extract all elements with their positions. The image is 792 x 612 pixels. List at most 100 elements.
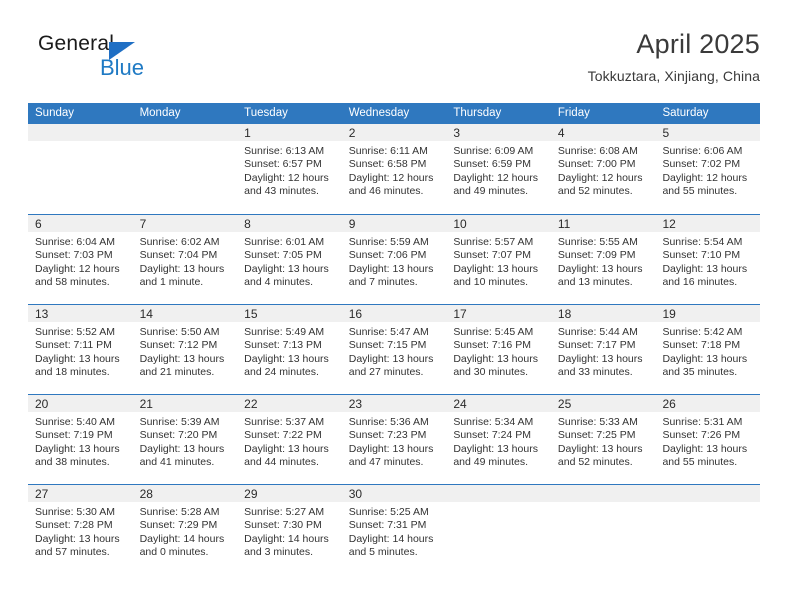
day-number: 29	[244, 487, 258, 501]
day-info: Sunrise: 5:55 AM Sunset: 7:09 PM Daylight:…	[551, 232, 656, 290]
day-info: Sunrise: 5:28 AM Sunset: 7:29 PM Daylight:…	[133, 502, 238, 560]
sunset-text: Sunset: 7:04 PM	[139, 249, 218, 262]
sunset-text: Sunset: 7:03 PM	[35, 249, 113, 262]
day-cell[interactable]: 9 Sunrise: 5:59 AM Sunset: 7:06 PM Daylight…	[341, 215, 447, 304]
daylight-text-line2: and 35 minutes.	[662, 366, 738, 379]
day-cell[interactable]: 18 Sunrise: 5:44 AM Sunset: 7:17 PM Dayligh…	[550, 305, 656, 394]
day-cell[interactable]: 26 Sunrise: 5:31 AM Sunset: 7:26 PM Dayligh…	[655, 395, 761, 484]
day-cell[interactable]: 22 Sunrise: 5:37 AM Sunset: 7:22 PM Dayligh…	[237, 395, 342, 484]
day-number-band: 10	[446, 215, 551, 232]
daylight-text-line1: Daylight: 13 hours	[453, 352, 538, 365]
daylight-text-line1: Daylight: 13 hours	[453, 442, 538, 455]
daylight-text-line2: and 10 minutes.	[453, 276, 529, 289]
sunrise-text: Sunrise: 6:11 AM	[348, 145, 428, 157]
day-cell[interactable]: 21 Sunrise: 5:39 AM Sunset: 7:20 PM Dayligh…	[132, 395, 238, 484]
day-info: Sunrise: 5:34 AM Sunset: 7:24 PM Daylight:…	[446, 412, 551, 470]
day-cell[interactable]: 8 Sunrise: 6:01 AM Sunset: 7:05 PM Daylight…	[237, 215, 342, 304]
day-cell[interactable]: 30 Sunrise: 5:25 AM Sunset: 7:31 PM Dayligh…	[341, 485, 447, 574]
calendar-weeks: 1 Sunrise: 6:13 AM Sunset: 6:57 PM Daylight…	[28, 124, 761, 574]
day-cell[interactable]: 15 Sunrise: 5:49 AM Sunset: 7:13 PM Dayligh…	[237, 305, 342, 394]
day-number: 16	[348, 307, 363, 321]
day-cell[interactable]: 7 Sunrise: 6:02 AM Sunset: 7:04 PM Daylight…	[132, 215, 238, 304]
weekday-header-monday: Monday	[139, 107, 181, 119]
daylight-text-line2: and 49 minutes.	[453, 456, 529, 469]
day-number: 22	[244, 397, 258, 411]
daylight-text-line2: and 55 minutes.	[662, 185, 738, 198]
sunset-text: Sunset: 7:17 PM	[557, 339, 636, 352]
day-number: 17	[453, 307, 467, 321]
sunset-text: Sunset: 7:29 PM	[139, 519, 218, 532]
sunrise-text: Sunrise: 5:57 AM	[453, 236, 534, 248]
day-number-band: 27	[28, 485, 133, 502]
sunrise-text: Sunrise: 5:37 AM	[244, 416, 325, 428]
sunset-text: Sunset: 7:11 PM	[35, 339, 112, 352]
daylight-text-line1: Daylight: 12 hours	[662, 171, 748, 184]
sunrise-text: Sunrise: 5:40 AM	[35, 416, 115, 428]
day-number-band: 2	[341, 124, 447, 141]
day-info: Sunrise: 6:04 AM Sunset: 7:03 PM Daylight:…	[28, 232, 133, 290]
day-cell[interactable]: 1 Sunrise: 6:13 AM Sunset: 6:57 PM Daylight…	[237, 124, 342, 214]
day-number-band: 29	[237, 485, 342, 502]
day-number: 23	[348, 397, 363, 411]
day-cell[interactable]: 23 Sunrise: 5:36 AM Sunset: 7:23 PM Dayligh…	[341, 395, 447, 484]
day-info: Sunrise: 5:57 AM Sunset: 7:07 PM Daylight:…	[446, 232, 551, 290]
page-title: April 2025	[636, 29, 760, 59]
day-number-band: 8	[237, 215, 342, 232]
daylight-text-line1: Daylight: 13 hours	[139, 352, 225, 365]
daylight-text-line2: and 49 minutes.	[453, 185, 529, 198]
day-cell[interactable]: 11 Sunrise: 5:55 AM Sunset: 7:09 PM Dayligh…	[550, 215, 656, 304]
day-cell[interactable]: 29 Sunrise: 5:27 AM Sunset: 7:30 PM Dayligh…	[237, 485, 342, 574]
day-number: 28	[139, 487, 153, 501]
day-cell[interactable]: 10 Sunrise: 5:57 AM Sunset: 7:07 PM Dayligh…	[446, 215, 551, 304]
day-cell[interactable]: 25 Sunrise: 5:33 AM Sunset: 7:25 PM Dayligh…	[550, 395, 656, 484]
day-cell[interactable]: 28 Sunrise: 5:28 AM Sunset: 7:29 PM Dayligh…	[132, 485, 238, 574]
day-number: 30	[348, 487, 363, 501]
day-number: 19	[662, 307, 676, 321]
day-number: 13	[35, 307, 49, 321]
day-info: Sunrise: 6:08 AM Sunset: 7:00 PM Daylight:…	[551, 141, 656, 199]
day-cell[interactable]: 6 Sunrise: 6:04 AM Sunset: 7:03 PM Daylight…	[28, 215, 133, 304]
day-cell[interactable]: 17 Sunrise: 5:45 AM Sunset: 7:16 PM Dayligh…	[446, 305, 551, 394]
daylight-text-line1: Daylight: 13 hours	[348, 352, 434, 365]
day-cell[interactable]: 2 Sunrise: 6:11 AM Sunset: 6:58 PM Daylight…	[341, 124, 447, 214]
day-cell[interactable]: 24 Sunrise: 5:34 AM Sunset: 7:24 PM Dayligh…	[446, 395, 551, 484]
sunrise-text: Sunrise: 6:09 AM	[453, 145, 534, 157]
sunset-text: Sunset: 7:20 PM	[139, 429, 218, 442]
day-number-band: 13	[28, 305, 133, 322]
day-number: 21	[139, 397, 153, 411]
day-number: 9	[348, 217, 356, 231]
day-cell[interactable]: 19 Sunrise: 5:42 AM Sunset: 7:18 PM Dayligh…	[655, 305, 761, 394]
general-blue-logo[interactable]: General Blue	[38, 32, 258, 88]
daylight-text-line2: and 33 minutes.	[557, 366, 633, 379]
sunrise-text: Sunrise: 5:52 AM	[35, 326, 115, 338]
day-info: Sunrise: 6:13 AM Sunset: 6:57 PM Daylight:…	[237, 141, 342, 199]
daylight-text-line1: Daylight: 12 hours	[244, 171, 329, 184]
day-cell[interactable]: 12 Sunrise: 5:54 AM Sunset: 7:10 PM Dayligh…	[655, 215, 761, 304]
day-cell[interactable]: 5 Sunrise: 6:06 AM Sunset: 7:02 PM Daylight…	[655, 124, 761, 214]
day-info: Sunrise: 5:54 AM Sunset: 7:10 PM Daylight:…	[655, 232, 760, 290]
sunrise-text: Sunrise: 5:36 AM	[348, 416, 429, 428]
sunset-text: Sunset: 7:30 PM	[244, 519, 322, 532]
sunset-text: Sunset: 7:26 PM	[662, 429, 741, 442]
daylight-text-line2: and 16 minutes.	[662, 276, 738, 289]
daylight-text-line2: and 3 minutes.	[244, 546, 314, 559]
day-number: 18	[557, 307, 572, 321]
weekday-header-row: Sunday Monday Tuesday Wednesday Thursday Frid…	[28, 103, 760, 124]
day-cell[interactable]: 3 Sunrise: 6:09 AM Sunset: 6:59 PM Daylight…	[446, 124, 551, 214]
day-cell[interactable]: 14 Sunrise: 5:50 AM Sunset: 7:12 PM Dayligh…	[132, 305, 238, 394]
sunrise-text: Sunrise: 6:08 AM	[557, 145, 638, 157]
day-cell[interactable]: 20 Sunrise: 5:40 AM Sunset: 7:19 PM Dayligh…	[28, 395, 133, 484]
day-number-band: 28	[132, 485, 238, 502]
daylight-text-line1: Daylight: 13 hours	[35, 532, 120, 545]
day-cell[interactable]: 4 Sunrise: 6:08 AM Sunset: 7:00 PM Daylight…	[550, 124, 656, 214]
day-number-band: 25	[550, 395, 656, 412]
day-number: 11	[557, 217, 571, 231]
day-cell[interactable]: 27 Sunrise: 5:30 AM Sunset: 7:28 PM Dayligh…	[28, 485, 133, 574]
day-cell[interactable]: 13 Sunrise: 5:52 AM Sunset: 7:11 PM Dayligh…	[28, 305, 133, 394]
weekday-header-saturday: Saturday	[662, 107, 709, 119]
day-number: 26	[662, 397, 676, 411]
day-number: 5	[662, 126, 670, 140]
day-cell[interactable]: 16 Sunrise: 5:47 AM Sunset: 7:15 PM Dayligh…	[341, 305, 447, 394]
day-number: 3	[453, 126, 460, 140]
day-cell-empty	[132, 124, 238, 214]
